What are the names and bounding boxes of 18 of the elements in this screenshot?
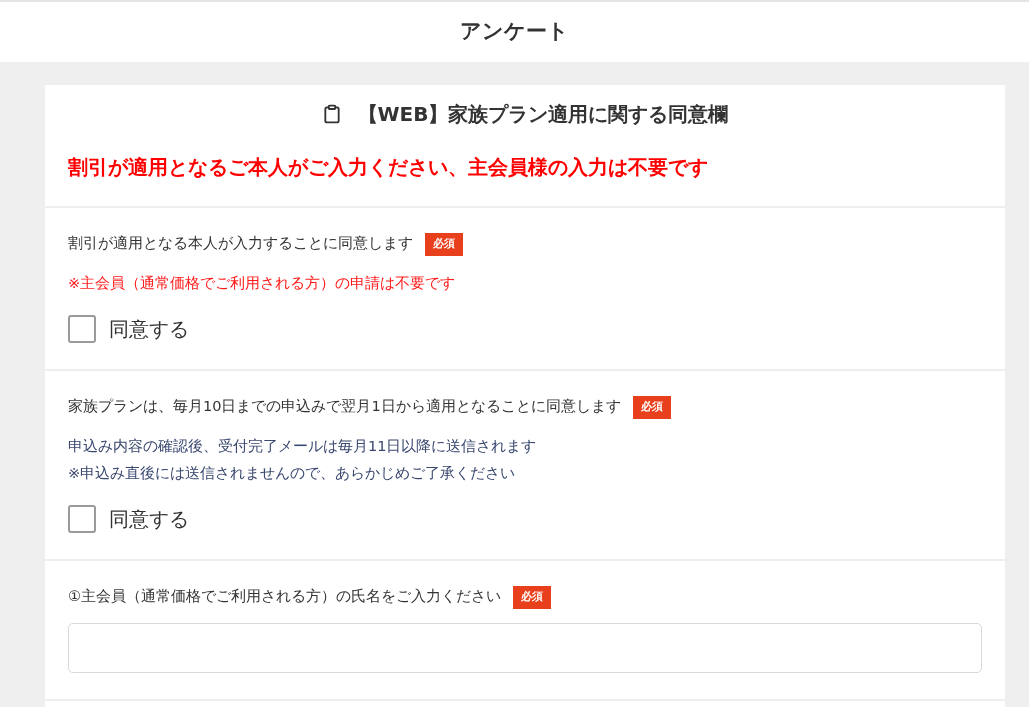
- question-label: ①主会員（通常価格でご利用される方）の氏名をご入力ください: [68, 587, 501, 607]
- required-badge: 必須: [425, 232, 463, 256]
- form-title: 【WEB】家族プラン適用に関する同意欄: [357, 101, 729, 128]
- required-badge: 必須: [632, 395, 671, 419]
- notice-text: 割引が適用となるご本人がご入力ください、主会員様の入力は不要です: [68, 155, 708, 179]
- question-label: 家族プランは、毎月10日までの申込みで翌月1日から適用となることに同意します: [68, 397, 621, 417]
- page-title: アンケート: [460, 18, 569, 46]
- required-badge: 必須: [513, 585, 551, 609]
- note-text: ※主会員（通常価格でご利用される方）の申請は不要です: [68, 274, 457, 293]
- note-text: ※申込み直後には送信されませんので、あらかじめご了承ください: [68, 464, 517, 483]
- question-label: 割引が適用となる本人が入力することに同意します: [68, 234, 413, 254]
- checkbox-label: 同意する: [109, 316, 189, 343]
- clipboard-icon: [321, 104, 342, 124]
- checkbox[interactable]: [68, 505, 96, 533]
- text-input-field[interactable]: [68, 623, 982, 673]
- checkbox-label: 同意する: [109, 506, 189, 533]
- note-text: 申込み内容の確認後、受付完了メールは毎月11日以降に送信されます: [68, 437, 538, 456]
- checkbox[interactable]: [68, 315, 96, 343]
